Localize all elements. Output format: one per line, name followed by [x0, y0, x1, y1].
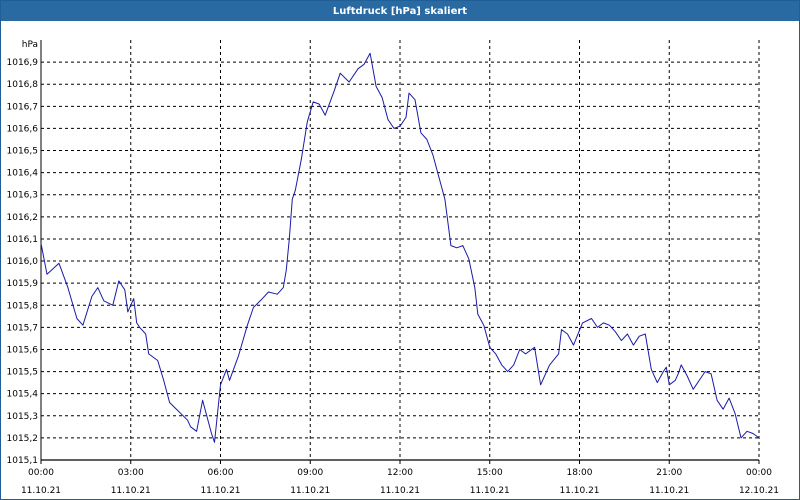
y-tick-label: 1016,7	[7, 102, 39, 112]
y-tick-label: 1016,1	[7, 235, 39, 245]
line-chart: 1015,1 1015,2 1015,3 1015,4 1015,5 1015,6 1015…	[7, 40, 779, 496]
x-tick-time: 09:00	[297, 468, 323, 478]
x-tick-date: 11.10.21	[559, 486, 599, 496]
y-tick-label: 1015,5	[7, 368, 39, 378]
x-tick-time: 00:00	[28, 468, 54, 478]
x-tick-time: 06:00	[208, 468, 234, 478]
y-tick-label: 1015,8	[7, 301, 39, 311]
x-tick-date: 11.10.21	[111, 486, 151, 496]
x-tick-time: 21:00	[656, 468, 682, 478]
chart-window: Luftdruck [hPa] skaliert 1015,1 1015,2 101…	[0, 0, 800, 500]
y-tick-label: 1016,9	[7, 58, 39, 68]
x-tick-date: 11.10.21	[290, 486, 330, 496]
y-tick-label: 1016,4	[7, 169, 39, 179]
y-tick-label: 1015,1	[7, 456, 39, 466]
y-tick-label: 1015,4	[7, 390, 39, 400]
y-tick-label: 1016,3	[7, 191, 39, 201]
x-tick-date: 11.10.21	[380, 486, 420, 496]
y-tick-label: 1015,3	[7, 412, 39, 422]
y-tick-label: 1015,2	[7, 434, 39, 444]
y-tick-label: 1015,6	[7, 345, 39, 355]
y-axis-unit-label: hPa	[22, 40, 38, 50]
x-tick-time: 12:00	[387, 468, 413, 478]
x-tick-time: 18:00	[567, 468, 593, 478]
x-tick-time: 15:00	[477, 468, 503, 478]
x-tick-date: 11.10.21	[21, 486, 61, 496]
x-tick-time: 03:00	[118, 468, 144, 478]
y-tick-label: 1016,8	[7, 80, 39, 90]
y-tick-label: 1016,6	[7, 124, 39, 134]
x-tick-date: 12.10.21	[739, 486, 779, 496]
y-tick-label: 1016,0	[7, 257, 39, 267]
y-tick-label: 1016,5	[7, 147, 39, 157]
x-tick-date: 11.10.21	[200, 486, 240, 496]
y-tick-label: 1015,9	[7, 279, 39, 289]
y-tick-label: 1015,7	[7, 323, 39, 333]
y-tick-label: 1016,2	[7, 213, 39, 223]
x-tick-date: 11.10.21	[649, 486, 689, 496]
x-tick-time: 00:00	[746, 468, 772, 478]
x-tick-date: 11.10.21	[470, 486, 510, 496]
